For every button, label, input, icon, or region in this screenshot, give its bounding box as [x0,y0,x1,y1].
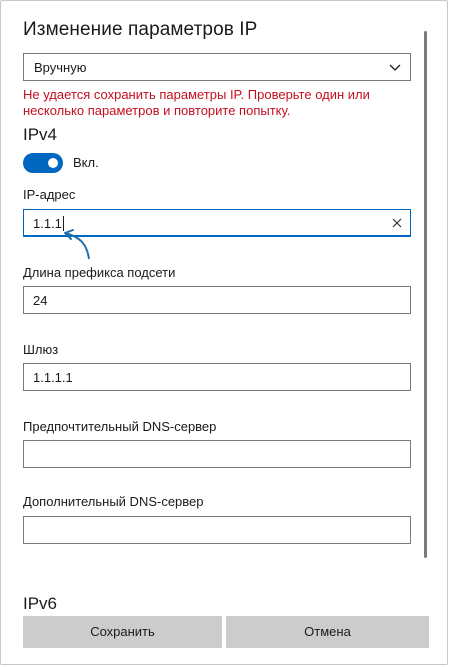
ipv4-toggle[interactable] [23,153,63,173]
save-button[interactable]: Сохранить [23,616,222,648]
preferred-dns-label: Предпочтительный DNS-сервер [23,419,217,434]
ip-mode-dropdown[interactable]: Вручную [23,53,411,81]
toggle-knob [48,158,58,168]
pointer-arrow-icon [64,229,90,260]
preferred-dns-field[interactable] [23,440,411,468]
ipv4-toggle-label: Вкл. [73,155,99,170]
prefix-length-value: 24 [33,293,48,308]
gateway-label: Шлюз [23,342,59,357]
alternate-dns-field[interactable] [23,516,411,544]
ipv6-heading: IPv6 [23,594,58,613]
chevron-down-icon [389,64,401,71]
alternate-dns-label: Дополнительный DNS-сервер [23,494,204,509]
clear-icon[interactable] [390,216,404,230]
ip-mode-value: Вручную [34,60,87,75]
vertical-scrollbar[interactable] [424,31,427,558]
ip-settings-dialog: Изменение параметров IP Вручную Не удает… [0,0,448,665]
dialog-title: Изменение параметров IP [23,19,258,40]
gateway-field[interactable]: 1.1.1.1 [23,363,411,391]
prefix-length-label: Длина префикса подсети [23,265,176,280]
ipv4-heading: IPv4 [23,125,58,144]
prefix-length-field[interactable]: 24 [23,286,411,314]
cancel-button[interactable]: Отмена [226,616,429,648]
gateway-value: 1.1.1.1 [33,370,73,385]
error-message: Не удается сохранить параметры IP. Прове… [23,87,370,118]
ip-address-label: IP-адрес [23,187,76,202]
